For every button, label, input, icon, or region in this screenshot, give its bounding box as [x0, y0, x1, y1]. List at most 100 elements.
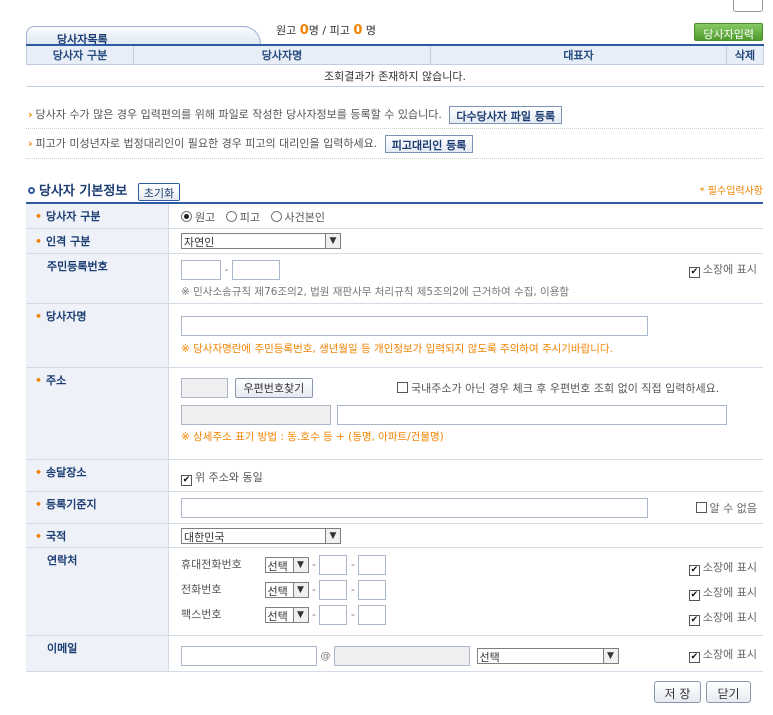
row-delivery: • 송달장소 ✔ 위 주소와 동일 [26, 460, 763, 492]
add-party-button[interactable]: 당사자입력 [694, 23, 763, 41]
plaintiff-label: 원고 [276, 24, 297, 37]
contact-row-fax: 팩스번호 선택 ▼ - - [181, 605, 387, 630]
foreign-address-option: 국내주소가 아닌 경우 체크 후 우편번호 조회 없이 직접 입력하세요. [397, 380, 719, 396]
mobile-mid-input[interactable] [319, 555, 348, 575]
rrn-back-input[interactable] [231, 260, 280, 280]
person-type-select[interactable]: 자연인 ▼ [181, 233, 341, 249]
register-input[interactable] [181, 498, 648, 518]
party-form: • 당사자 구분 원고 피고 사건본인 • 인격 구분 자연인 ▼ 주민등록번호 - … [26, 202, 763, 672]
table-row: 조회결과가 존재하지 않습니다. [26, 64, 764, 87]
close-button[interactable]: 닫기 [706, 681, 751, 703]
address-base-input[interactable] [181, 405, 331, 425]
party-type-radios: 원고 피고 사건본인 [181, 209, 325, 225]
checkbox-icon[interactable] [695, 502, 707, 513]
row-name: • 당사자명 ※ 당사자명란에 주민등록번호, 생년월일 등 개인정보가 입력되지… [26, 304, 763, 368]
chevron-down-icon: ▼ [602, 649, 618, 663]
label-party-type: • 당사자 구분 [26, 204, 169, 228]
section-title-text: 당사자 기본정보 [39, 184, 128, 199]
fax-show-option: ✔ 소장에 표시 [688, 611, 757, 626]
phone-mid-input[interactable] [319, 580, 348, 600]
address-cell: 우편번호찾기 국내주소가 아닌 경우 체크 후 우편번호 조회 없이 직접 입력… [181, 378, 759, 444]
bulk-upload-button[interactable]: 다수당사자 파일 등록 [449, 106, 563, 124]
email-show-option: ✔ 소장에 표시 [688, 648, 757, 663]
fax-end-input[interactable] [358, 605, 387, 625]
mobile-label: 휴대전화번호 [181, 558, 242, 571]
save-button[interactable]: 저 장 [654, 681, 701, 703]
radio-defendant[interactable] [225, 211, 237, 222]
table-header-row: 당사자 구분 당사자명 대표자 삭제 [26, 44, 764, 65]
top-button[interactable] [733, 0, 763, 12]
phone-label: 전화번호 [181, 583, 222, 596]
row-contact: 연락처 휴대전화번호 선택 ▼ - - 전화번호 선택 ▼ - - 팩스번호 선택 ▼… [26, 548, 763, 636]
reset-button[interactable]: 초기화 [137, 182, 181, 201]
defendant-unit: 명 [365, 24, 377, 37]
phone-show-option: ✔ 소장에 표시 [688, 586, 757, 601]
person-type-cell: 자연인 ▼ [181, 233, 341, 249]
label-contact: 연락처 [26, 548, 169, 635]
minor-note-text: 피고가 미성년자로 법정대리인이 필요한 경우 피고의 대리인을 입력하세요. [35, 137, 378, 150]
email-domain-select[interactable]: 선택 ▼ [476, 648, 619, 664]
label-delivery: • 송달장소 [26, 460, 169, 491]
radio-case-person-label: 사건본인 [284, 211, 325, 224]
contact-row-mobile: 휴대전화번호 선택 ▼ - - [181, 555, 387, 580]
address-detail-input[interactable] [336, 405, 727, 425]
checkbox-icon[interactable] [397, 382, 408, 393]
row-address: • 주소 우편번호찾기 국내주소가 아닌 경우 체크 후 우편번호 조회 없이 직… [26, 368, 763, 460]
tab-curve [231, 26, 261, 44]
rrn-cell: - ※ 민사소송규칙 제76조의2, 법원 재판사무 처리규칙 제5조의2에 근… [181, 260, 569, 299]
zipcode-search-button[interactable]: 우편번호찾기 [234, 378, 314, 398]
plaintiff-unit: 명 / [308, 24, 327, 37]
nation-select[interactable]: 대한민국 ▼ [181, 528, 341, 544]
label-person-type: • 인격 구분 [26, 229, 169, 253]
checkbox-checked-icon[interactable]: ✔ [688, 267, 700, 278]
row-email: 이메일 @ 선택 ▼ ✔ 소장에 표시 [26, 636, 763, 672]
radio-plaintiff[interactable] [181, 211, 192, 222]
label-nation: • 국적 [26, 524, 169, 547]
register-unknown-label: 알 수 없음 [709, 502, 757, 515]
email-at: @ [320, 651, 331, 662]
checkbox-checked-icon[interactable]: ✔ [688, 652, 700, 663]
register-unknown-option: 알 수 없음 [695, 500, 757, 516]
bulk-note: › 당사자 수가 많은 경우 입력편의를 위해 파일로 작성한 당사자정보를 등록… [28, 106, 563, 124]
bullet-icon: › [28, 137, 33, 150]
divider [26, 158, 763, 159]
fax-mid-input[interactable] [319, 605, 348, 625]
label-email: 이메일 [26, 636, 169, 671]
email-id-input[interactable] [181, 646, 317, 666]
defendant-count: 0 [353, 23, 363, 38]
mobile-show-option: ✔ 소장에 표시 [688, 561, 757, 576]
label-register: • 등록기준지 [26, 492, 169, 523]
row-nation: • 국적 대한민국 ▼ [26, 524, 763, 548]
col-party-type: 당사자 구분 [26, 44, 134, 65]
minor-note: › 피고가 미성년자로 법정대리인이 필요한 경우 피고의 대리인을 입력하세요.… [28, 135, 474, 153]
party-counts: 원고 0명 / 피고 0 명 [276, 22, 376, 38]
rrn-front-input[interactable] [181, 260, 221, 280]
checkbox-checked-icon[interactable]: ✔ [688, 615, 700, 626]
register-cell [181, 498, 648, 518]
fax-prefix-select[interactable]: 선택 ▼ [264, 607, 309, 623]
bulk-note-text: 당사자 수가 많은 경우 입력편의를 위해 파일로 작성한 당사자정보를 등록할… [35, 108, 442, 121]
plaintiff-count: 0 [299, 23, 309, 38]
section-title: 당사자 기본정보 초기화 [28, 180, 181, 201]
defendant-agent-button[interactable]: 피고대리인 등록 [384, 135, 474, 153]
checkbox-checked-icon[interactable]: ✔ [688, 565, 700, 576]
row-person-type: • 인격 구분 자연인 ▼ [26, 229, 763, 254]
checkbox-checked-icon[interactable]: ✔ [181, 475, 192, 486]
phone-prefix-select[interactable]: 선택 ▼ [264, 582, 309, 598]
mobile-prefix-select[interactable]: 선택 ▼ [264, 557, 309, 573]
fax-label: 팩스번호 [181, 608, 222, 621]
checkbox-checked-icon[interactable]: ✔ [688, 590, 700, 601]
tab-party-list[interactable]: 당사자목록 [26, 26, 246, 46]
email-domain-input[interactable] [334, 646, 470, 666]
delivery-cell: ✔ 위 주소와 동일 [181, 469, 263, 486]
row-register: • 등록기준지 알 수 없음 [26, 492, 763, 524]
radio-case-person[interactable] [270, 211, 282, 222]
zipcode-input[interactable] [181, 378, 228, 398]
rrn-show-option: ✔ 소장에 표시 [688, 261, 757, 278]
mobile-end-input[interactable] [358, 555, 387, 575]
phone-end-input[interactable] [358, 580, 387, 600]
party-name-input[interactable] [181, 316, 648, 336]
section-bullet-icon [28, 187, 35, 194]
contact-row-phone: 전화번호 선택 ▼ - - [181, 580, 387, 605]
email-cell: @ 선택 ▼ [181, 646, 619, 666]
